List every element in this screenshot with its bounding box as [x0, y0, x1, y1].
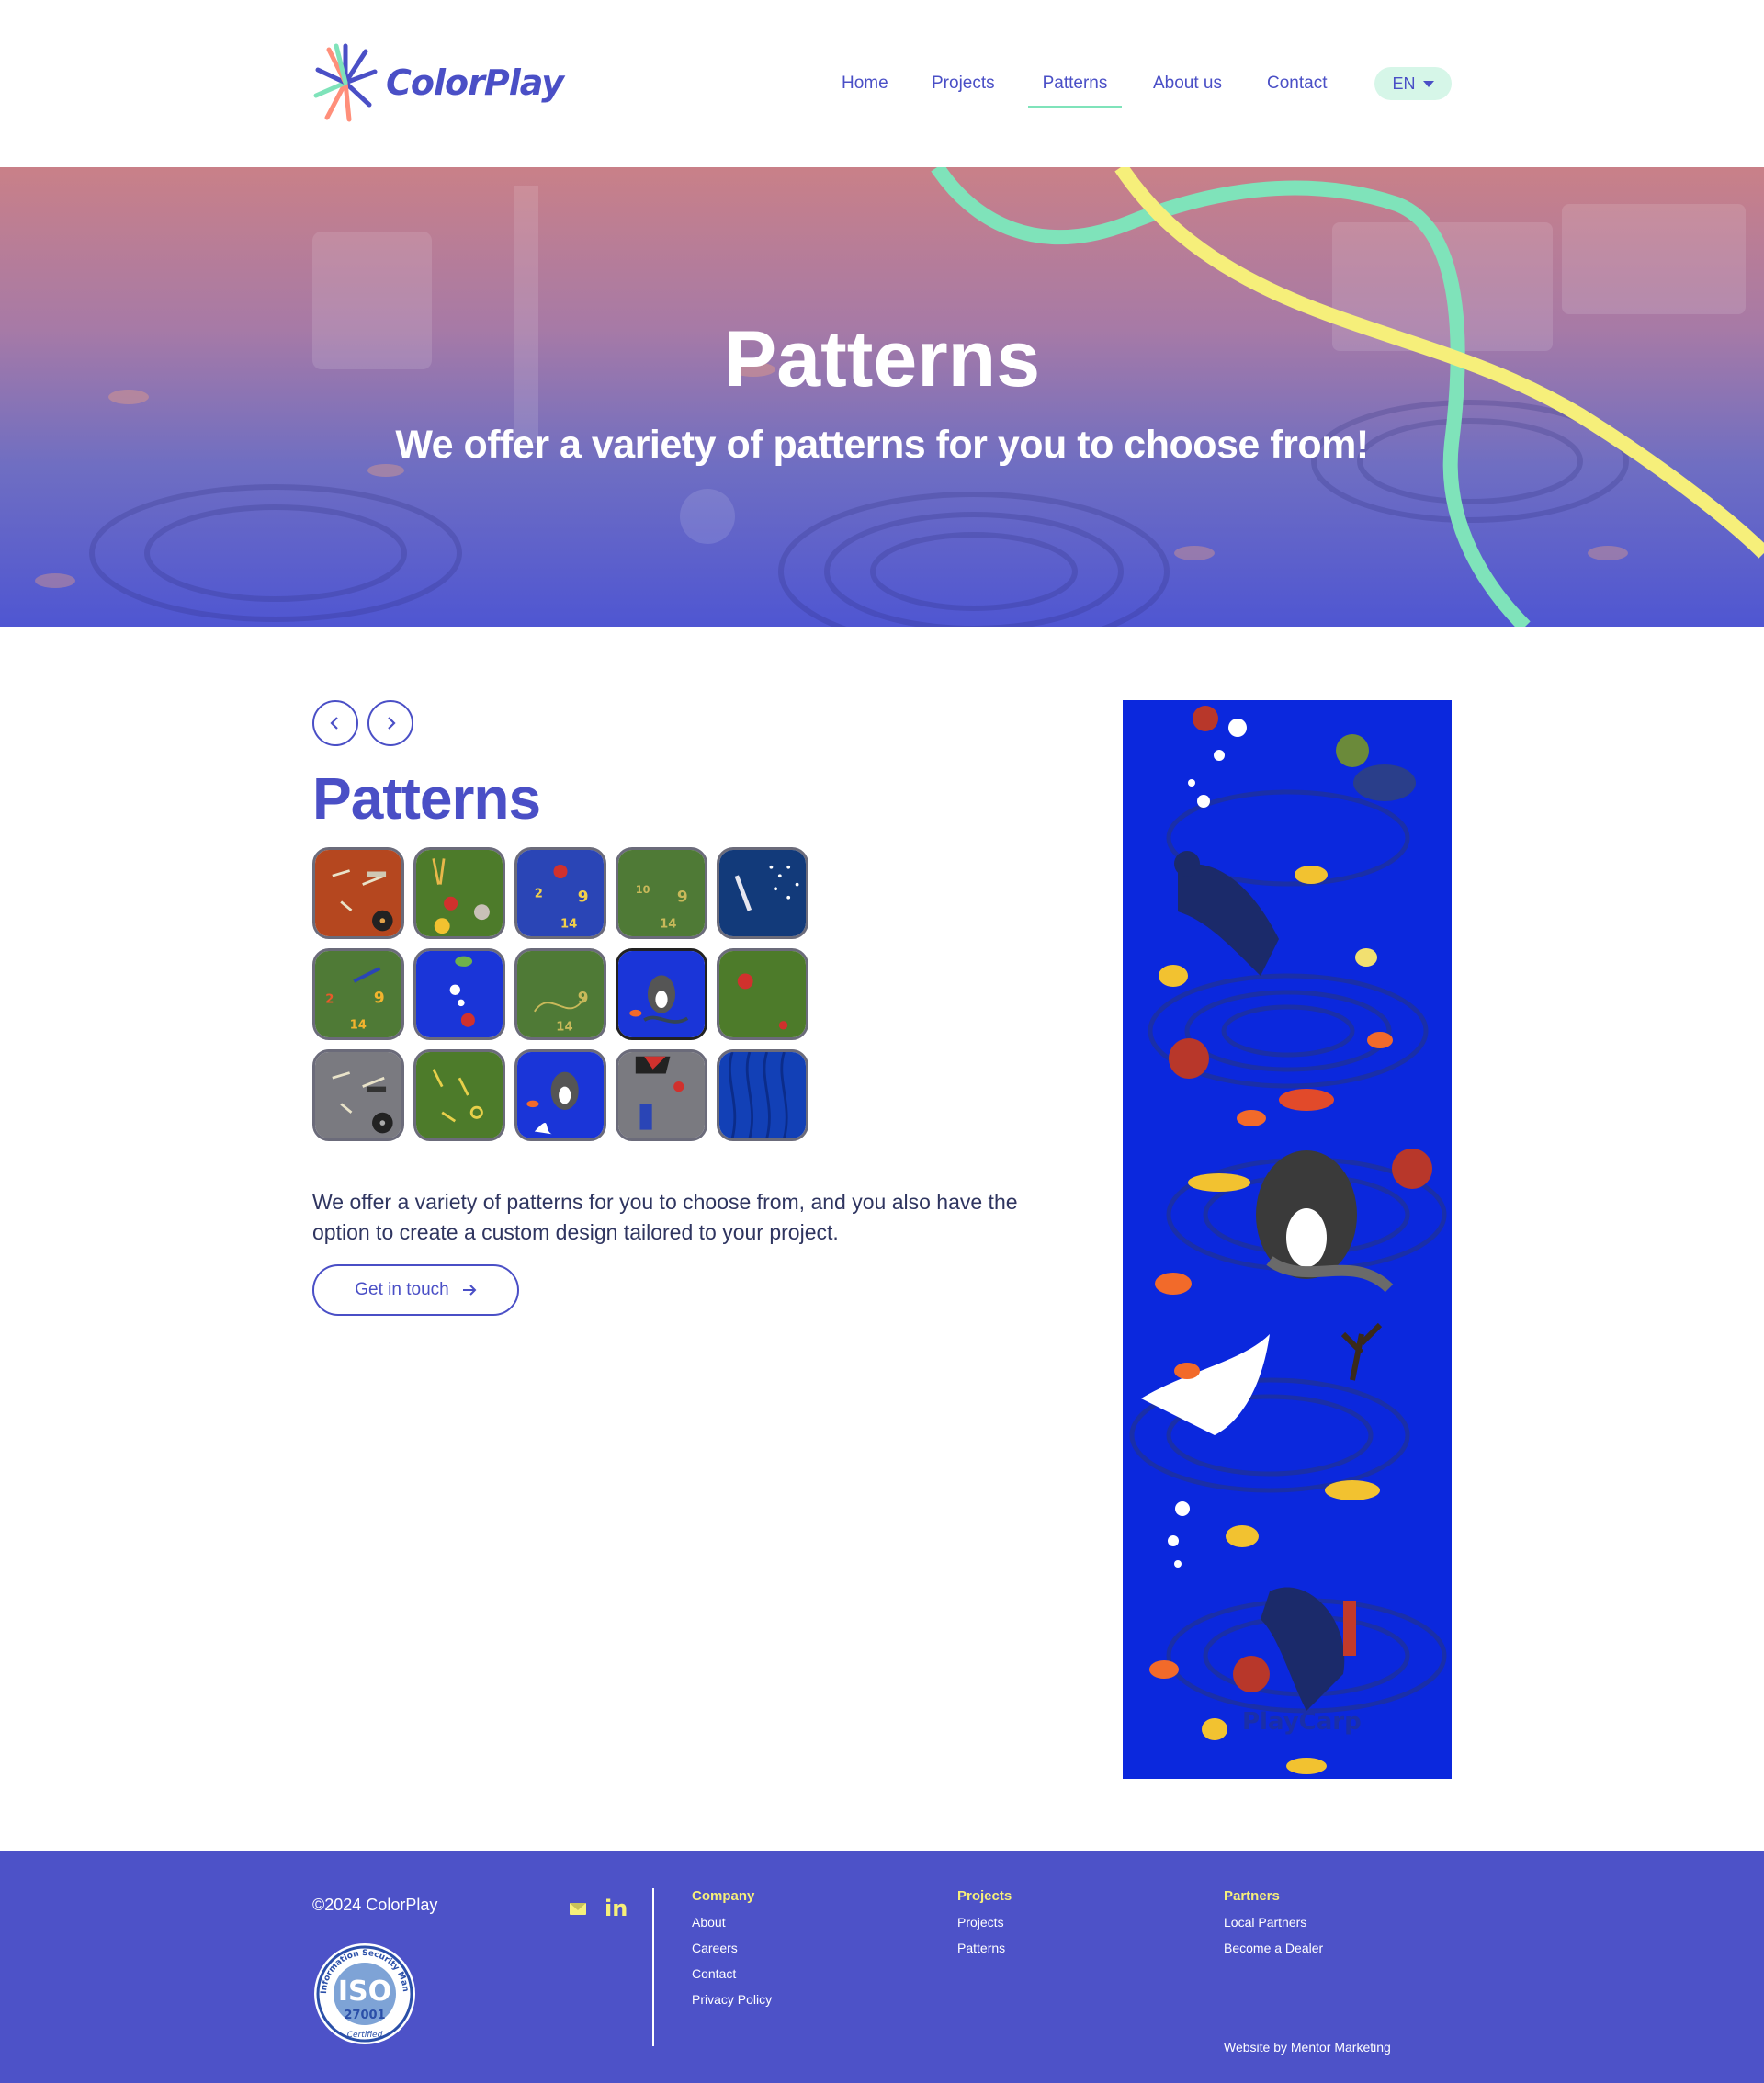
- pattern-thumbnail-grid: 9 14 2 9 14 10 9 14 2 9 14: [312, 847, 808, 1141]
- nav-projects[interactable]: Projects: [932, 64, 995, 108]
- svg-text:10: 10: [636, 884, 650, 896]
- pattern-tile-music-gray[interactable]: [312, 1049, 404, 1141]
- svg-text:2: 2: [535, 888, 543, 901]
- pattern-tile-numbers-green-2[interactable]: 9 14 2: [312, 948, 404, 1040]
- chevron-right-icon: [388, 717, 396, 730]
- svg-text:9: 9: [374, 988, 385, 1006]
- footer-link-patterns[interactable]: Patterns: [957, 1941, 1012, 1955]
- svg-text:14: 14: [560, 918, 577, 932]
- hero-banner: Patterns We offer a variety of patterns …: [0, 167, 1764, 627]
- prev-button[interactable]: [312, 700, 358, 746]
- pattern-tile-garden-green[interactable]: [413, 847, 505, 939]
- nav-about-us[interactable]: About us: [1153, 64, 1222, 108]
- pattern-tile-diver-blue-dark[interactable]: [717, 847, 808, 939]
- language-label: EN: [1392, 74, 1416, 93]
- nav-contact[interactable]: Contact: [1267, 64, 1327, 108]
- svg-text:ISO: ISO: [338, 1975, 391, 2008]
- site-footer: ©2024 ColorPlay Information Security Man…: [0, 1851, 1764, 2083]
- pattern-preview-image: PlayCarp: [1123, 700, 1452, 1779]
- main-nav: Home Projects Patterns About us Contact: [0, 64, 1764, 110]
- nav-patterns[interactable]: Patterns: [1028, 64, 1122, 108]
- chevron-left-icon: [330, 717, 338, 730]
- pattern-tile-diver-gray[interactable]: [616, 1049, 707, 1141]
- carousel-controls: [312, 700, 413, 746]
- pattern-tile-numbers-blue[interactable]: 9 14 2: [514, 847, 606, 939]
- pattern-tile-ocean-orca[interactable]: [616, 948, 707, 1040]
- footer-column-projects: Projects Projects Patterns: [957, 1888, 1012, 1966]
- caret-down-icon: [1422, 80, 1434, 87]
- footer-heading-projects: Projects: [957, 1888, 1012, 1904]
- footer-link-about[interactable]: About: [692, 1915, 772, 1930]
- copyright: ©2024 ColorPlay: [312, 1896, 438, 1914]
- get-in-touch-button[interactable]: Get in touch: [312, 1264, 519, 1316]
- footer-link-become-a-dealer[interactable]: Become a Dealer: [1224, 1941, 1323, 1955]
- pattern-tile-music-orange[interactable]: [312, 847, 404, 939]
- arrow-right-icon: [462, 1285, 477, 1296]
- iso-certification-badge: Information Security Management ISO 2700…: [312, 1941, 415, 2044]
- footer-column-partners: Partners Local Partners Become a Dealer: [1224, 1888, 1323, 1966]
- pattern-tile-garden-green-2[interactable]: [717, 948, 808, 1040]
- nav-home[interactable]: Home: [842, 64, 888, 108]
- svg-text:14: 14: [350, 1019, 367, 1033]
- pattern-tile-alphabet-green[interactable]: [413, 1049, 505, 1141]
- next-button[interactable]: [368, 700, 413, 746]
- pattern-tile-waves-blue[interactable]: [717, 1049, 808, 1141]
- svg-text:27001: 27001: [344, 2009, 385, 2022]
- get-in-touch-label: Get in touch: [355, 1280, 449, 1299]
- preview-watermark: PlayCarp: [1242, 1708, 1362, 1736]
- site-header: ColorPlay Home Projects Patterns About u…: [0, 0, 1764, 167]
- patterns-description: We offer a variety of patterns for you t…: [312, 1190, 1018, 1244]
- footer-column-company: Company About Careers Contact Privacy Po…: [692, 1888, 772, 2018]
- footer-link-contact[interactable]: Contact: [692, 1966, 772, 1981]
- social-links: in: [570, 1896, 628, 1921]
- pattern-tile-math-green[interactable]: 9 14: [514, 948, 606, 1040]
- svg-text:9: 9: [677, 887, 688, 905]
- linkedin-icon[interactable]: in: [605, 1896, 628, 1921]
- svg-text:Certified: Certified: [347, 2031, 383, 2040]
- svg-text:14: 14: [556, 1020, 572, 1034]
- svg-text:2: 2: [325, 992, 334, 1006]
- svg-text:14: 14: [660, 918, 676, 932]
- mail-icon[interactable]: [570, 1902, 586, 1915]
- footer-link-privacy-policy[interactable]: Privacy Policy: [692, 1992, 772, 2007]
- svg-text:9: 9: [578, 887, 589, 905]
- pattern-tile-sea-blue[interactable]: [413, 948, 505, 1040]
- footer-divider: [652, 1888, 654, 2046]
- footer-heading-partners: Partners: [1224, 1888, 1280, 1904]
- footer-link-projects[interactable]: Projects: [957, 1915, 1012, 1930]
- footer-link-careers[interactable]: Careers: [692, 1941, 772, 1955]
- hero-subtitle: We offer a variety of patterns for you t…: [395, 423, 1369, 467]
- pattern-tile-numbers-green[interactable]: 9 14 10: [616, 847, 707, 939]
- language-selector[interactable]: EN: [1374, 67, 1452, 100]
- patterns-heading: Patterns: [312, 765, 541, 832]
- footer-link-local-partners[interactable]: Local Partners: [1224, 1915, 1323, 1930]
- hero-title: Patterns: [723, 315, 1041, 403]
- website-credit[interactable]: Website by Mentor Marketing: [1224, 2040, 1391, 2055]
- pattern-tile-ocean-orca-2[interactable]: [514, 1049, 606, 1141]
- footer-heading-company: Company: [692, 1888, 755, 1904]
